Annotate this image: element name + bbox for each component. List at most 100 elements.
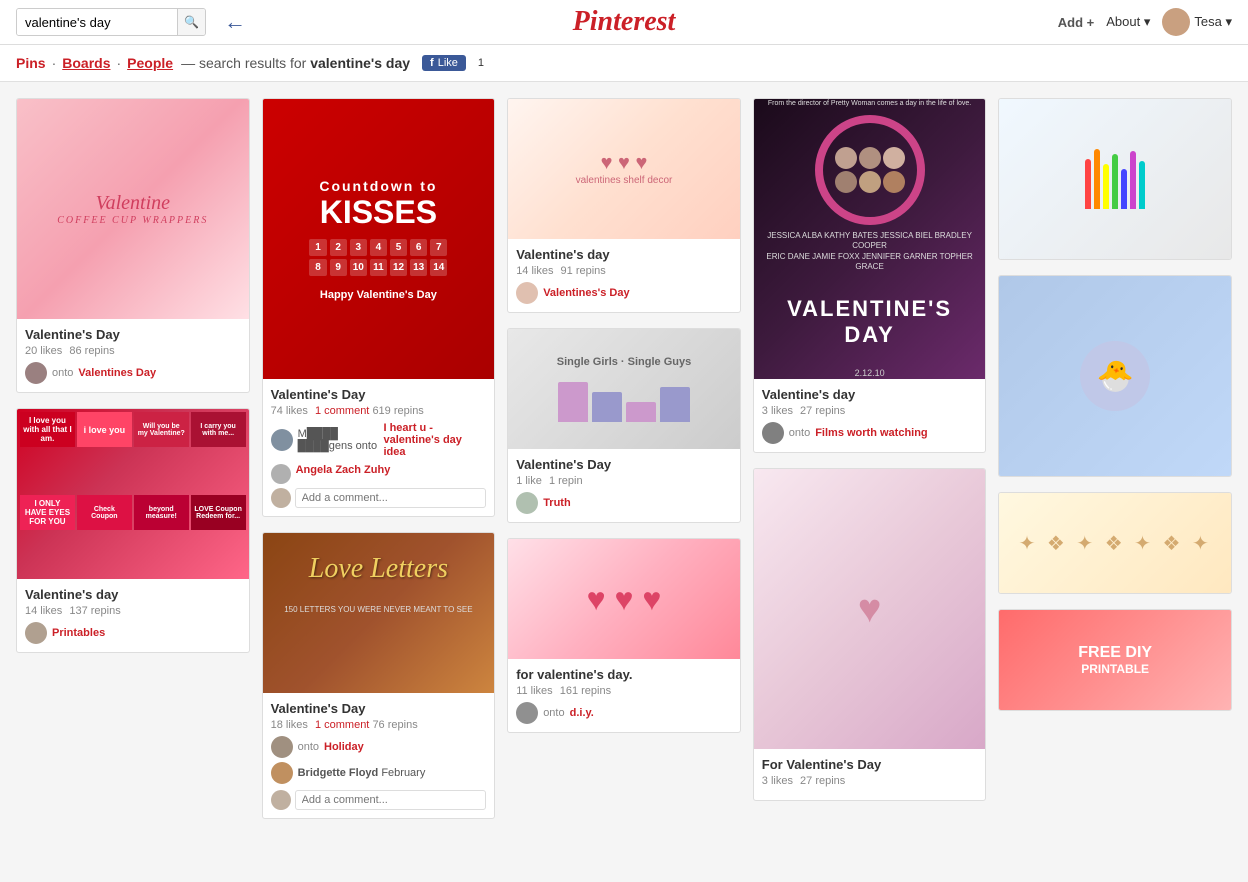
- pin-image[interactable]: I love you with all that I am. i love yo…: [17, 409, 249, 579]
- pin-user-row: onto Holiday: [271, 736, 487, 758]
- add-button[interactable]: Add +: [1058, 15, 1094, 30]
- boards-link[interactable]: Boards: [62, 55, 110, 71]
- pin-title: Valentine's Day: [516, 457, 732, 472]
- pin-stats: 3 likes 27 repins: [762, 775, 978, 787]
- pin-stats: 1 like 1 repin: [516, 475, 732, 487]
- pin-stats: 74 likes 1 comment 619 repins: [271, 405, 487, 417]
- back-arrow[interactable]: ←: [224, 9, 246, 35]
- pin-title: Valentine's day: [516, 247, 732, 262]
- search-input[interactable]: [17, 9, 177, 35]
- board-link[interactable]: Films worth watching: [815, 427, 927, 439]
- board-link[interactable]: d.i.y.: [570, 707, 594, 719]
- board-link[interactable]: I heart u - valentine's day idea: [383, 422, 486, 458]
- add-comment-row: [271, 790, 487, 810]
- pin-title: Valentine's day: [762, 387, 978, 402]
- board-link[interactable]: Holiday: [324, 741, 364, 753]
- pin-card: 🐣: [998, 275, 1232, 477]
- repins-count: 86 repins: [69, 345, 114, 357]
- pin-card: Countdown to KISSES 1 2 3 4 5 6 7 8 9 10…: [262, 98, 496, 517]
- pin-image[interactable]: Love Letters 150 LETTERS YOU WERE NEVER …: [263, 533, 495, 693]
- likes-count: 74 likes: [271, 405, 308, 417]
- extra-avatar: [271, 762, 293, 784]
- pin-image[interactable]: Single Girls · Single Guys: [508, 329, 740, 449]
- user-avatar: [762, 422, 784, 444]
- user-label: Tesa ▾: [1194, 14, 1232, 30]
- repins-count: 1 repin: [549, 475, 583, 487]
- add-comment-input[interactable]: [295, 790, 487, 810]
- pin-body: Valentine's Day 74 likes 1 comment 619 r…: [263, 379, 495, 516]
- pin-image[interactable]: ✦ ❖ ✦ ❖ ✦ ❖ ✦: [999, 493, 1231, 593]
- pin-image[interactable]: FREE DIY PRINTABLE: [999, 610, 1231, 710]
- pin-image[interactable]: Countdown to KISSES 1 2 3 4 5 6 7 8 9 10…: [263, 99, 495, 379]
- fb-like-label: Like: [438, 57, 458, 69]
- repins-count: 161 repins: [560, 685, 611, 697]
- pin-body: Valentine's Day 1 like 1 repin Truth: [508, 449, 740, 522]
- add-comment-input[interactable]: [295, 488, 487, 508]
- user-avatar: [271, 736, 293, 758]
- search-area: 🔍 ←: [16, 8, 246, 36]
- comment-link[interactable]: 1 comment: [315, 719, 369, 731]
- pin-card: Valentine COFFEE CUP WRAPPERS Valentine'…: [16, 98, 250, 393]
- pin-user-row: Valentines's Day: [516, 282, 732, 304]
- pin-body: for valentine's day. 11 likes 161 repins…: [508, 659, 740, 732]
- repins-count: 619 repins: [372, 405, 423, 417]
- about-button[interactable]: About ▾: [1106, 14, 1150, 30]
- pins-grid: Valentine COFFEE CUP WRAPPERS Valentine'…: [0, 82, 1248, 850]
- header: 🔍 ← Pinterest Add + About ▾ Tesa ▾: [0, 0, 1248, 45]
- user-menu[interactable]: Tesa ▾: [1162, 8, 1232, 36]
- search-button[interactable]: 🔍: [177, 9, 205, 35]
- likes-count: 14 likes: [25, 605, 62, 617]
- pin-card: [998, 98, 1232, 260]
- search-term: valentine's day: [310, 55, 410, 71]
- pin-image[interactable]: ♥: [754, 469, 986, 749]
- pin-card: ♥ ♥ ♥ for valentine's day. 11 likes 161 …: [507, 538, 741, 733]
- comment-link[interactable]: 1 comment: [315, 405, 369, 417]
- pin-image[interactable]: ♥ ♥ ♥: [508, 539, 740, 659]
- pin-user-row: onto Films worth watching: [762, 422, 978, 444]
- search-input-wrap: 🔍: [16, 8, 206, 36]
- pin-image[interactable]: 🐣: [999, 276, 1231, 476]
- pin-body: Valentine's Day 18 likes 1 comment 76 re…: [263, 693, 495, 818]
- user-avatar: [271, 429, 293, 451]
- add-comment-avatar: [271, 488, 291, 508]
- pin-card: I love you with all that I am. i love yo…: [16, 408, 250, 653]
- user-avatar: [516, 282, 538, 304]
- extra-user-row: Bridgette Floyd February: [271, 762, 487, 784]
- likes-count: 1 like: [516, 475, 542, 487]
- board-link[interactable]: Valentines Day: [78, 367, 156, 379]
- pin-image[interactable]: [999, 99, 1231, 259]
- repins-count: 76 repins: [372, 719, 417, 731]
- likes-count: 14 likes: [516, 265, 553, 277]
- board-link[interactable]: Valentines's Day: [543, 287, 629, 299]
- pin-stats: 3 likes 27 repins: [762, 405, 978, 417]
- sep2: ·: [116, 55, 121, 71]
- onto-text: onto: [789, 427, 810, 439]
- board-link[interactable]: Truth: [543, 497, 571, 509]
- pin-user-row: Printables: [25, 622, 241, 644]
- avatar: [1162, 8, 1190, 36]
- pin-title: Valentine's Day: [25, 327, 241, 342]
- pins-link[interactable]: Pins: [16, 55, 46, 71]
- pin-card: Single Girls · Single Guys Valentine's D…: [507, 328, 741, 523]
- people-link[interactable]: People: [127, 55, 173, 71]
- user-avatar: [25, 622, 47, 644]
- board-link[interactable]: Printables: [52, 627, 105, 639]
- pin-card: FREE DIY PRINTABLE: [998, 609, 1232, 711]
- comment-area: Angela Zach Zuhy: [271, 464, 487, 508]
- pin-card: ♥ ♥ ♥ valentines shelf decor Valentine's…: [507, 98, 741, 313]
- pin-stats: 18 likes 1 comment 76 repins: [271, 719, 487, 731]
- user-avatar: [516, 702, 538, 724]
- pin-body: Valentine's day 14 likes 91 repins Valen…: [508, 239, 740, 312]
- pin-card: From the director of Pretty Woman comes …: [753, 98, 987, 453]
- fb-like-button[interactable]: f Like: [422, 55, 466, 71]
- desc-prefix: — search results for: [181, 55, 306, 71]
- pin-image[interactable]: From the director of Pretty Woman comes …: [754, 99, 986, 379]
- pin-body: Valentine's Day 20 likes 86 repins onto …: [17, 319, 249, 392]
- likes-count: 20 likes: [25, 345, 62, 357]
- pin-body: For Valentine's Day 3 likes 27 repins: [754, 749, 986, 800]
- pin-stats: 14 likes 137 repins: [25, 605, 241, 617]
- pin-card: ✦ ❖ ✦ ❖ ✦ ❖ ✦: [998, 492, 1232, 594]
- pin-image[interactable]: ♥ ♥ ♥ valentines shelf decor: [508, 99, 740, 239]
- pin-image[interactable]: Valentine COFFEE CUP WRAPPERS: [17, 99, 249, 319]
- comment-text: Angela Zach Zuhy: [296, 464, 487, 476]
